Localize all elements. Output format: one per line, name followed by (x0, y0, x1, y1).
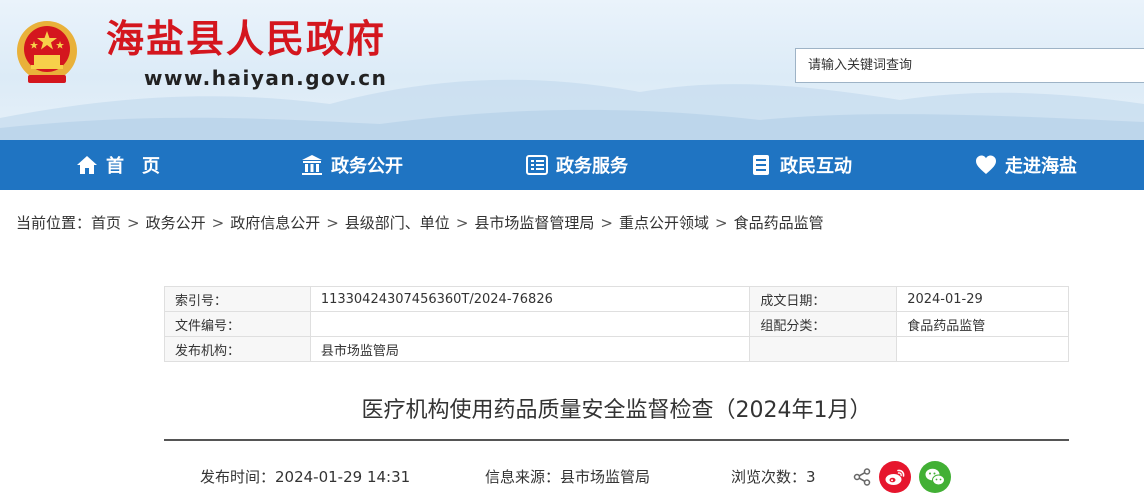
info-source: 信息来源：县市场监管局 (485, 468, 651, 486)
empty-value (896, 336, 1069, 362)
site-header: 海盐县人民政府 www.haiyan.gov.cn 请输入关键词查询 (0, 0, 1144, 140)
document-info-table: 索引号： 11330424307456360T/2024-76826 成文日期：… (164, 286, 1069, 362)
breadcrumb-item-info-disclosure[interactable]: 政府信息公开 (230, 214, 320, 232)
index-label: 索引号： (164, 286, 311, 312)
nav-item-gov-services[interactable]: 政务服务 (526, 140, 628, 190)
issuer-label: 发布机构： (164, 336, 311, 362)
breadcrumb-item-market-bureau[interactable]: 县市场监督管理局 (474, 214, 594, 232)
category-label: 组配分类： (749, 311, 898, 337)
wechat-share-button[interactable] (919, 461, 951, 493)
breadcrumb-separator: > (715, 214, 728, 232)
national-emblem-icon (17, 21, 77, 83)
document-icon (750, 154, 772, 176)
table-row: 发布机构： 县市场监管局 (164, 336, 1069, 362)
search-input[interactable]: 请输入关键词查询 (795, 48, 1144, 83)
breadcrumb-item-gov-affairs[interactable]: 政务公开 (146, 214, 206, 232)
nav-item-home[interactable]: 首 页 (76, 140, 160, 190)
nav-item-about-haiyan[interactable]: 走进海盐 (975, 140, 1077, 190)
table-row: 索引号： 11330424307456360T/2024-76826 成文日期：… (164, 286, 1069, 312)
doc-no-value (309, 311, 751, 337)
table-row: 文件编号： 组配分类： 食品药品监管 (164, 311, 1069, 337)
service-list-icon (526, 154, 548, 176)
nav-item-label: 走进海盐 (1005, 156, 1077, 177)
empty-label (749, 336, 898, 362)
heart-icon (975, 154, 997, 176)
breadcrumb-item-home[interactable]: 首页 (91, 214, 121, 232)
article-title: 医疗机构使用药品质量安全监督检查（2024年1月） (361, 398, 872, 423)
date-label: 成文日期： (749, 286, 898, 312)
weibo-icon (879, 461, 911, 493)
breadcrumb-separator: > (211, 214, 225, 232)
home-icon (76, 154, 98, 176)
nav-item-label: 政务服务 (556, 156, 628, 177)
nav-item-label: 政民互动 (780, 156, 852, 177)
breadcrumb-separator: > (127, 214, 140, 232)
nav-item-label: 政务公开 (331, 156, 403, 177)
publish-time: 发布时间：2024-01-29 14:31 (200, 468, 411, 486)
doc-no-label: 文件编号： (164, 311, 311, 337)
view-count: 浏览次数：3 (731, 468, 816, 486)
nav-item-label: 首 页 (106, 156, 160, 177)
site-title[interactable]: 海盐县人民政府 (106, 14, 386, 64)
wechat-icon (919, 461, 951, 493)
share-icon[interactable] (853, 468, 871, 486)
breadcrumb-item-key-areas[interactable]: 重点公开领域 (619, 214, 709, 232)
breadcrumb-item-food-drug[interactable]: 食品药品监管 (734, 214, 824, 232)
site-url[interactable]: www.haiyan.gov.cn (144, 66, 387, 90)
weibo-share-button[interactable] (879, 461, 911, 493)
title-divider (164, 439, 1069, 441)
breadcrumb-separator: > (600, 214, 613, 232)
category-value: 食品药品监管 (896, 311, 1069, 337)
issuer-value: 县市场监管局 (309, 336, 751, 362)
main-nav: 首 页 政务公开 政务服务 政民互动 走进海盐 (0, 140, 1144, 190)
breadcrumb-separator: > (455, 214, 469, 232)
breadcrumb-separator: > (326, 214, 339, 232)
date-value: 2024-01-29 (896, 286, 1069, 312)
building-icon (301, 154, 323, 176)
breadcrumb-item-departments[interactable]: 县级部门、单位 (345, 214, 450, 232)
index-value: 11330424307456360T/2024-76826 (309, 286, 751, 312)
nav-item-interaction[interactable]: 政民互动 (750, 140, 852, 190)
breadcrumb: 当前位置：首页 > 政务公开 > 政府信息公开 > 县级部门、单位 > 县市场监督管理局 > 重点公… (16, 212, 824, 233)
nav-item-gov-affairs[interactable]: 政务公开 (301, 140, 403, 190)
breadcrumb-prefix: 当前位置： (16, 214, 92, 232)
